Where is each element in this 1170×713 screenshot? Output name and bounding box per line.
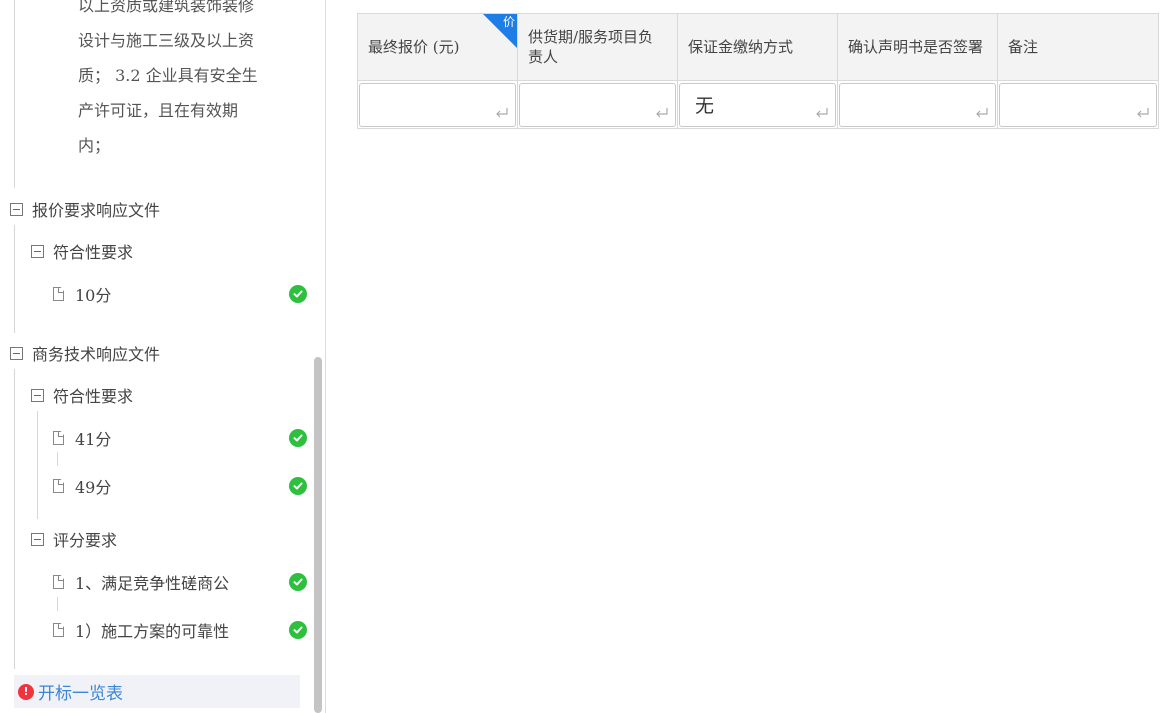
enter-key-icon	[976, 107, 988, 117]
tree-node-label: 评分要求	[53, 531, 118, 550]
bid-opening-label: 开标一览表	[38, 684, 123, 704]
document-icon	[53, 479, 64, 493]
description-line: 产许可证，且在有效期	[78, 101, 239, 120]
document-icon	[53, 431, 64, 445]
table-row: 无	[357, 80, 1159, 129]
column-header-deposit-method: 保证金缴纳方式	[677, 13, 838, 81]
tree-node-compliance[interactable]: 符合性要求	[31, 239, 133, 263]
tree-guide-line	[14, 0, 15, 188]
quote-table-container: 最终报价 (元) 价 供货期/服务项目负责人 保证金缴纳方式 确认声明书是否签署…	[357, 13, 1159, 129]
tree-node-quote-response[interactable]: 报价要求响应文件	[10, 197, 160, 221]
price-tag-label: 价	[502, 15, 515, 29]
tree-leaf-label: 41分	[75, 430, 112, 449]
description-line: 设计与施工三级及以上资	[78, 31, 255, 50]
column-header-label: 保证金缴纳方式	[688, 38, 794, 56]
column-header-declaration-signed: 确认声明书是否签署	[837, 13, 998, 81]
tree-node-label: 商务技术响应文件	[32, 345, 161, 364]
document-icon	[53, 575, 64, 589]
tree-node-business-response[interactable]: 商务技术响应文件	[10, 341, 160, 365]
column-header-label: 供货期/服务项目负责人	[528, 28, 654, 66]
column-header-label: 确认声明书是否签署	[848, 38, 984, 56]
requirement-description: 以上资质或建筑装饰装修 设计与施工三级及以上资 质； 3.2 企业具有安全生 产…	[78, 0, 293, 163]
tree-leaf-item[interactable]: 1、满足竞争性磋商公	[53, 570, 229, 594]
tree-guide-line	[14, 225, 15, 333]
collapse-icon[interactable]	[31, 532, 44, 546]
tree-guide-line	[14, 369, 15, 669]
description-line: 质； 3.2 企业具有安全生	[78, 66, 258, 85]
tree-leaf-item[interactable]: 1）施工方案的可靠性	[53, 618, 229, 642]
enter-key-icon	[816, 107, 828, 117]
table-header-row: 最终报价 (元) 价 供货期/服务项目负责人 保证金缴纳方式 确认声明书是否签署…	[357, 13, 1159, 81]
tree-node-label: 符合性要求	[53, 387, 134, 406]
check-circle-icon	[289, 621, 307, 639]
collapse-icon[interactable]	[31, 244, 44, 258]
check-circle-icon	[289, 285, 307, 303]
collapse-icon[interactable]	[10, 202, 23, 216]
collapse-icon[interactable]	[31, 388, 44, 402]
tree-node-scoring[interactable]: 评分要求	[31, 527, 117, 551]
column-header-label: 最终报价 (元)	[368, 38, 460, 56]
collapse-icon[interactable]	[10, 346, 23, 360]
column-header-final-price: 最终报价 (元) 价	[357, 13, 518, 81]
check-circle-icon	[289, 477, 307, 495]
check-circle-icon	[289, 573, 307, 591]
tree-leaf-label: 49分	[75, 478, 112, 497]
cell-value: 无	[695, 95, 715, 117]
quote-table: 最终报价 (元) 价 供货期/服务项目负责人 保证金缴纳方式 确认声明书是否签署…	[357, 13, 1159, 129]
final-price-input[interactable]	[359, 82, 516, 127]
check-circle-icon	[289, 429, 307, 447]
tree-node-label: 报价要求响应文件	[32, 201, 161, 220]
tree-leaf-label: 1、满足竞争性磋商公	[75, 574, 230, 593]
description-line: 以上资质或建筑装饰装修	[78, 0, 255, 15]
table-cell	[837, 80, 998, 129]
declaration-signed-input[interactable]	[839, 82, 996, 127]
tree-leaf-item[interactable]: 41分	[53, 426, 111, 450]
tree-guide-line	[57, 597, 58, 611]
remarks-input[interactable]	[999, 82, 1157, 127]
tree-leaf-item[interactable]: 49分	[53, 474, 111, 498]
description-line: 内；	[78, 136, 111, 155]
deposit-method-input[interactable]: 无	[679, 82, 836, 127]
tree-node-label: 符合性要求	[53, 243, 134, 262]
tree-leaf-label: 1）施工方案的可靠性	[75, 622, 230, 641]
enter-key-icon	[656, 107, 668, 117]
tree-guide-line	[57, 452, 58, 466]
sidebar-scrollbar[interactable]	[314, 357, 322, 713]
column-header-label: 备注	[1008, 38, 1039, 56]
sidebar: 以上资质或建筑装饰装修 设计与施工三级及以上资 质； 3.2 企业具有安全生 产…	[0, 0, 326, 713]
tree-guide-line	[37, 411, 38, 519]
column-header-remarks: 备注	[997, 13, 1159, 81]
tree-leaf-item[interactable]: 10分	[53, 282, 111, 306]
warning-icon: !	[18, 683, 34, 700]
tree-leaf-label: 10分	[75, 286, 112, 305]
bid-opening-summary-link[interactable]: ! 开标一览表	[14, 675, 300, 708]
table-cell	[357, 80, 518, 129]
document-icon	[53, 623, 64, 637]
column-header-delivery: 供货期/服务项目负责人	[517, 13, 678, 81]
enter-key-icon	[496, 107, 508, 117]
tree-node-compliance[interactable]: 符合性要求	[31, 383, 133, 407]
delivery-input[interactable]	[519, 82, 676, 127]
document-icon	[53, 287, 64, 301]
table-cell: 无	[677, 80, 838, 129]
enter-key-icon	[1137, 107, 1149, 117]
table-cell	[517, 80, 678, 129]
table-cell	[997, 80, 1159, 129]
